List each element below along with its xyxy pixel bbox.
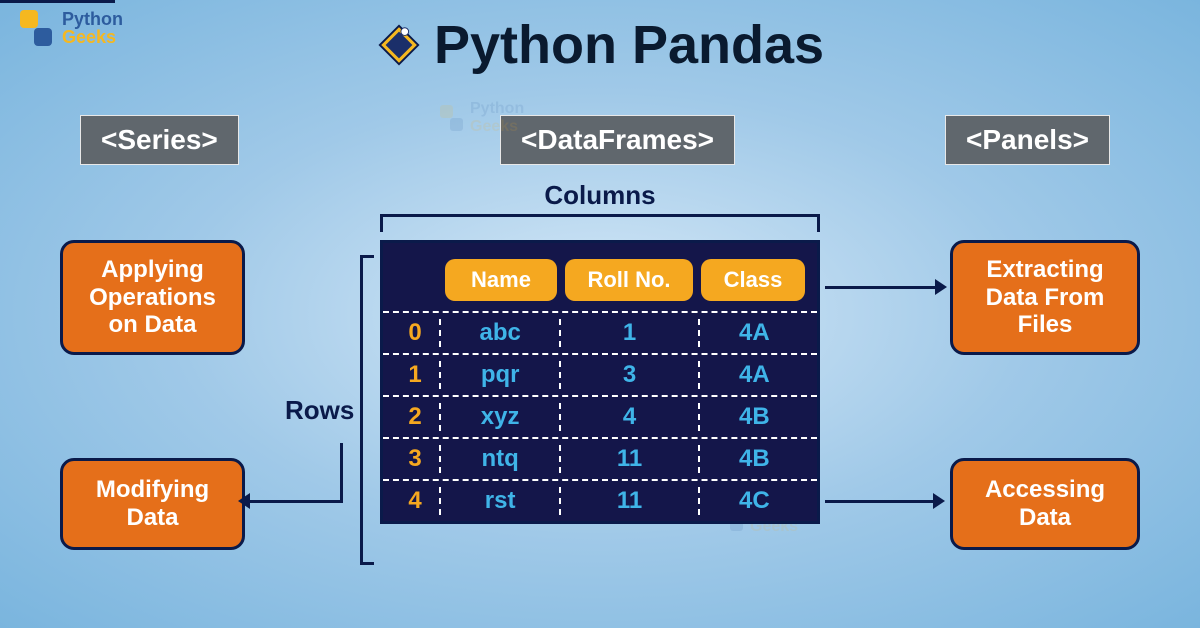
op-extracting-data: Extracting Data From Files xyxy=(950,240,1140,355)
table-row: 4 rst 11 4C xyxy=(383,479,817,521)
table-row: 0 abc 1 4A xyxy=(383,311,817,353)
table-row: 2 xyz 4 4B xyxy=(383,395,817,437)
col-header-roll: Roll No. xyxy=(565,259,693,301)
op-accessing-data: Accessing Data xyxy=(950,458,1140,550)
page-title: Python Pandas xyxy=(0,14,1200,76)
connector-arrow xyxy=(250,500,340,503)
cell-class: 4B xyxy=(700,445,809,473)
cell-roll: 3 xyxy=(561,361,700,389)
row-index: 1 xyxy=(391,361,441,389)
watermark: PythonGeeks xyxy=(440,100,524,136)
op-applying-operations: Applying Operations on Data xyxy=(60,240,245,355)
tag-panels: <Panels> xyxy=(945,115,1110,165)
row-index: 4 xyxy=(391,487,441,515)
connector-arrow xyxy=(825,286,935,289)
col-header-class: Class xyxy=(701,259,805,301)
tag-series: <Series> xyxy=(80,115,239,165)
cell-name: pqr xyxy=(441,361,561,389)
cell-roll: 11 xyxy=(561,487,700,515)
dataframe-table: Name Roll No. Class 0 abc 1 4A 1 pqr 3 4… xyxy=(380,240,820,524)
table-row: 1 pqr 3 4A xyxy=(383,353,817,395)
row-index: 0 xyxy=(391,319,441,347)
cell-roll: 4 xyxy=(561,403,700,431)
title-text: Python Pandas xyxy=(434,14,824,76)
rows-bracket xyxy=(360,255,374,565)
cell-name: ntq xyxy=(441,445,561,473)
connector-arrow xyxy=(825,500,933,503)
cell-roll: 1 xyxy=(561,319,700,347)
columns-bracket xyxy=(380,214,820,232)
cell-name: xyz xyxy=(441,403,561,431)
cell-class: 4B xyxy=(700,403,809,431)
table-row: 3 ntq 11 4B xyxy=(383,437,817,479)
cell-roll: 11 xyxy=(561,445,700,473)
cell-class: 4A xyxy=(700,319,809,347)
rows-label: Rows xyxy=(285,395,354,426)
col-header-name: Name xyxy=(445,259,557,301)
op-modifying-data: Modifying Data xyxy=(60,458,245,550)
columns-label: Columns xyxy=(0,180,1200,211)
table-header-row: Name Roll No. Class xyxy=(383,243,817,311)
cell-name: abc xyxy=(441,319,561,347)
row-index: 3 xyxy=(391,445,441,473)
connector-arrow xyxy=(0,0,115,3)
tag-dataframes: <DataFrames> xyxy=(500,115,735,165)
cell-name: rst xyxy=(441,487,561,515)
cell-class: 4A xyxy=(700,361,809,389)
pandas-icon xyxy=(376,22,422,68)
cell-class: 4C xyxy=(700,487,809,515)
row-index: 2 xyxy=(391,403,441,431)
